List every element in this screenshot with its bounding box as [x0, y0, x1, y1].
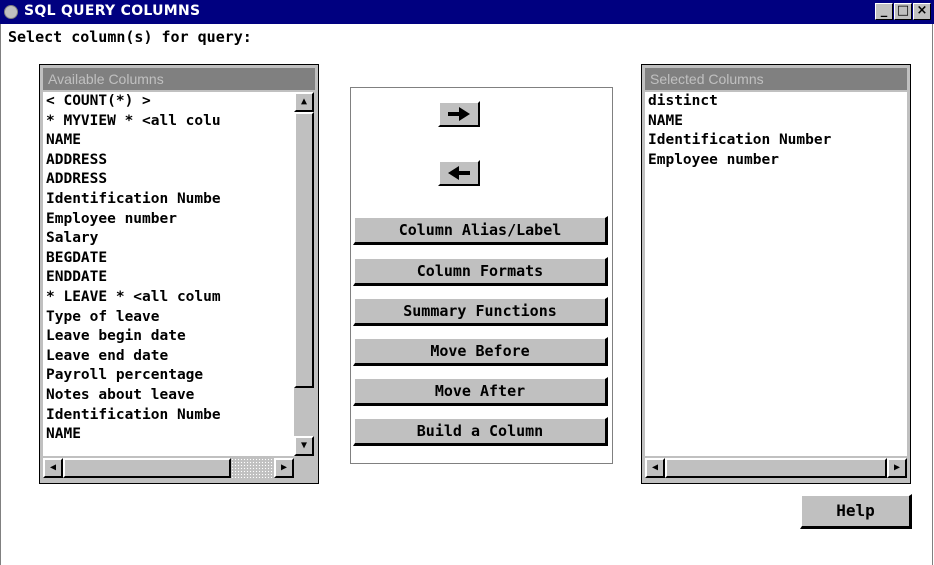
available-list-item[interactable]: < COUNT(*) > [43, 92, 294, 112]
scroll-up-arrow-icon: ▲ [300, 96, 308, 107]
selected-columns-list[interactable]: Selected Columns distinct NAME Identificat… [641, 64, 911, 484]
available-columns-header: Available Columns [43, 68, 315, 90]
available-list-item[interactable]: Leave begin date [43, 327, 294, 347]
column-alias-label-button[interactable]: Column Alias/Label [353, 216, 608, 245]
scroll-down-arrow-icon: ▼ [300, 440, 308, 451]
remove-column-button[interactable] [438, 160, 480, 186]
minimize-button[interactable]: _ [875, 3, 893, 20]
close-icon: × [916, 3, 928, 18]
available-list-item[interactable]: Payroll percentage [43, 366, 294, 386]
available-list-item[interactable]: Notes about leave [43, 386, 294, 406]
select-prompt: Select column(s) for query: [8, 28, 252, 46]
vertical-scroll-thumb[interactable] [294, 112, 314, 388]
available-list-item[interactable]: NAME [43, 131, 294, 151]
maximize-button[interactable]: □ [894, 3, 912, 20]
available-columns-items[interactable]: < COUNT(*) > * MYVIEW * <all colu NAME ADDR… [43, 92, 294, 456]
build-column-button[interactable]: Build a Column [353, 417, 608, 446]
maximize-icon: □ [896, 3, 910, 18]
selected-columns-items[interactable]: distinct NAME Identification Number Employe… [645, 92, 907, 456]
selected-columns-header: Selected Columns [645, 68, 907, 90]
available-horizontal-scrollbar[interactable]: ◀ ▶ [43, 458, 294, 478]
selected-list-item[interactable]: Employee number [645, 151, 907, 171]
column-formats-button[interactable]: Column Formats [353, 257, 608, 286]
available-list-item[interactable]: Identification Numbe [43, 406, 294, 426]
scroll-left-arrow-icon: ◀ [651, 462, 659, 473]
scroll-left-arrow-icon: ◀ [49, 462, 57, 473]
title-bar: SQL QUERY COLUMNS _ □ × [0, 0, 934, 24]
available-list-item[interactable]: Employee number [43, 210, 294, 230]
available-list-item[interactable]: BEGDATE [43, 249, 294, 269]
scroll-right-arrow-icon: ▶ [893, 462, 901, 473]
minimize-icon: _ [880, 3, 888, 18]
scroll-up-button[interactable]: ▲ [294, 92, 314, 112]
scroll-down-button[interactable]: ▼ [294, 436, 314, 456]
selected-list-item[interactable]: distinct [645, 92, 907, 112]
available-list-item[interactable]: Leave end date [43, 347, 294, 367]
app-icon[interactable] [4, 5, 18, 19]
available-list-item[interactable]: ADDRESS [43, 151, 294, 171]
left-arrow-icon [448, 166, 470, 180]
scroll-right-button[interactable]: ▶ [274, 458, 294, 478]
scroll-right-arrow-icon: ▶ [280, 462, 288, 473]
available-list-item[interactable]: * LEAVE * <all colum [43, 288, 294, 308]
move-before-button[interactable]: Move Before [353, 337, 608, 366]
selected-list-item[interactable]: NAME [645, 112, 907, 132]
available-list-item[interactable]: ADDRESS [43, 170, 294, 190]
selected-list-item[interactable]: Identification Number [645, 131, 907, 151]
available-list-item[interactable]: * MYVIEW * <all colu [43, 112, 294, 132]
add-column-button[interactable] [438, 101, 480, 127]
right-arrow-icon [448, 107, 470, 121]
available-list-item[interactable]: Identification Numbe [43, 190, 294, 210]
scroll-right-button[interactable]: ▶ [887, 458, 907, 478]
window-title: SQL QUERY COLUMNS [24, 3, 201, 19]
scroll-left-button[interactable]: ◀ [645, 458, 665, 478]
available-vertical-scrollbar[interactable]: ▲ ▼ [294, 92, 314, 456]
available-list-item[interactable]: NAME [43, 425, 294, 445]
help-button[interactable]: Help [800, 494, 912, 529]
available-list-item[interactable]: Type of leave [43, 308, 294, 328]
available-columns-list[interactable]: Available Columns < COUNT(*) > * MYVIEW *… [39, 64, 319, 484]
scroll-left-button[interactable]: ◀ [43, 458, 63, 478]
move-after-button[interactable]: Move After [353, 377, 608, 406]
summary-functions-button[interactable]: Summary Functions [353, 297, 608, 326]
available-list-item[interactable]: ENDDATE [43, 268, 294, 288]
selected-horizontal-scrollbar[interactable]: ◀ ▶ [645, 458, 907, 478]
horizontal-scroll-thumb[interactable] [665, 458, 887, 478]
close-button[interactable]: × [913, 3, 931, 20]
horizontal-scroll-track[interactable] [231, 458, 274, 478]
available-list-item[interactable]: Salary [43, 229, 294, 249]
horizontal-scroll-thumb[interactable] [63, 458, 231, 478]
